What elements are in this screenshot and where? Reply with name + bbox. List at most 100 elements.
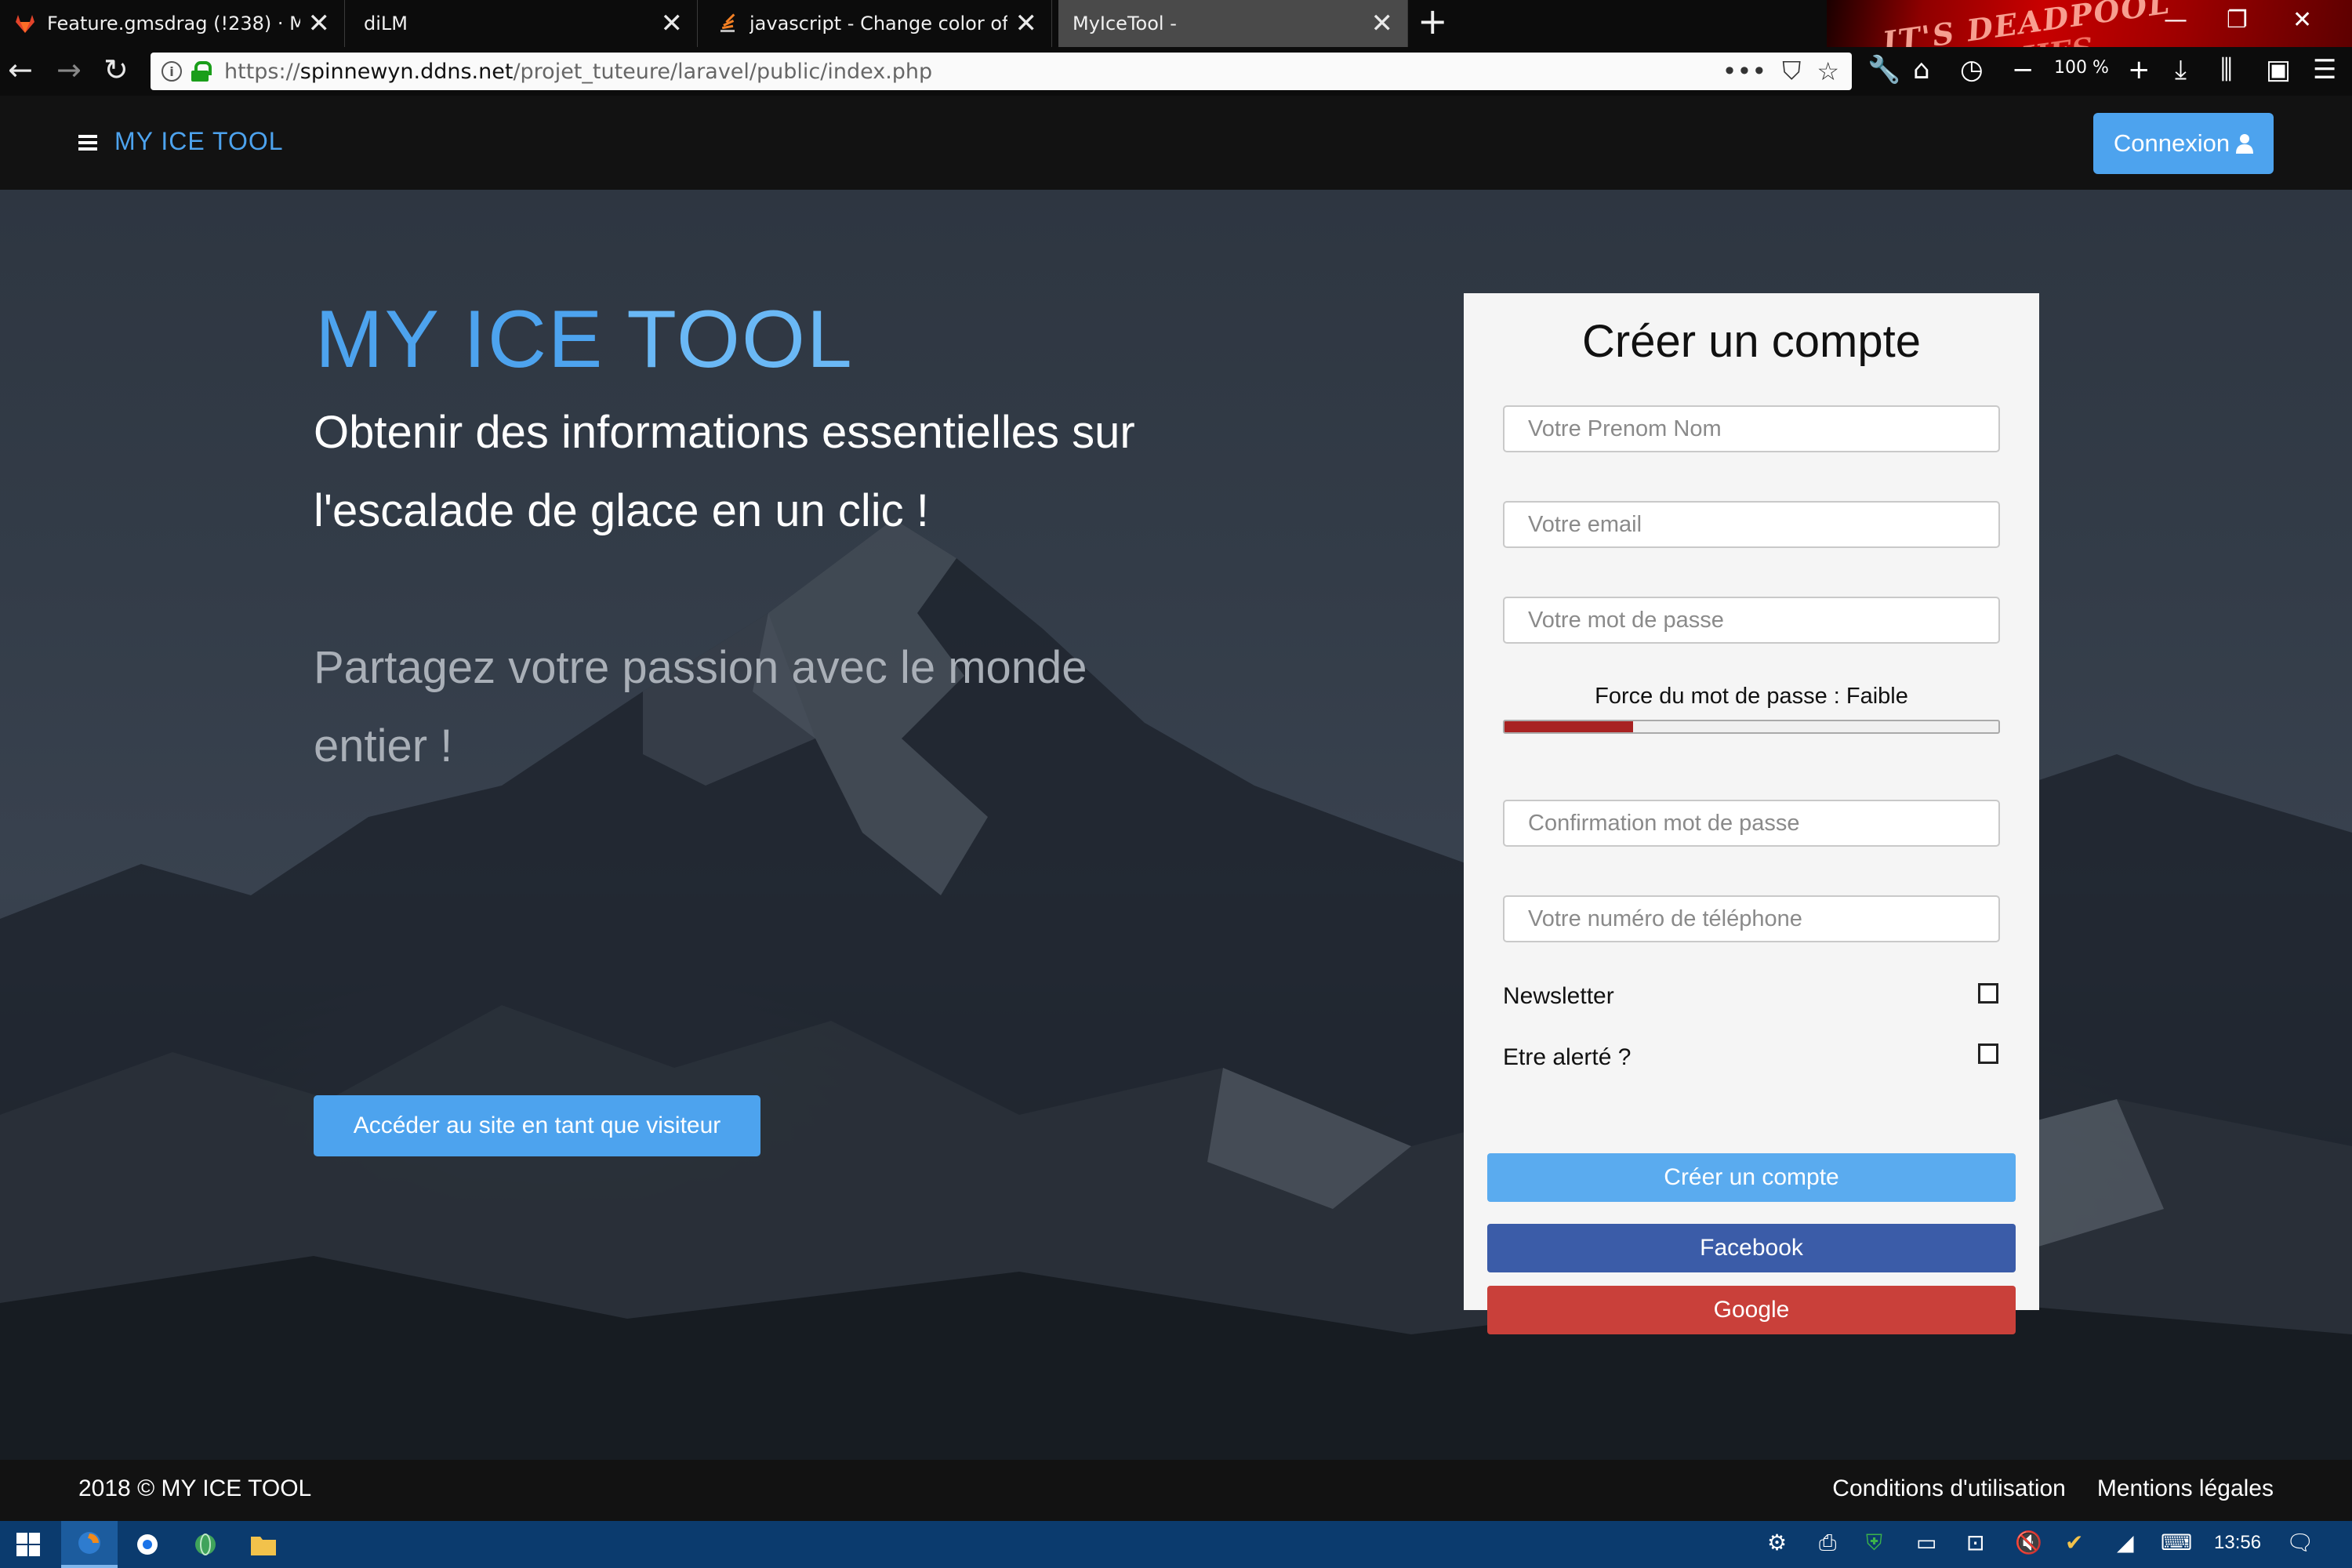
email-input[interactable] [1503, 501, 2000, 548]
forward-arrow-icon[interactable]: → [56, 55, 82, 85]
phone-input[interactable] [1503, 895, 2000, 942]
tab-title: javascript - Change color of <div> [750, 13, 1007, 34]
battery-icon[interactable]: ▭ [1916, 1532, 1936, 1554]
stackoverflow-icon [720, 13, 735, 32]
chrome-taskbar-icon[interactable] [119, 1521, 176, 1568]
firefox-taskbar-icon[interactable] [61, 1521, 118, 1568]
zoom-level[interactable]: 100 % [2054, 58, 2109, 78]
file-explorer-taskbar-icon[interactable] [235, 1521, 292, 1568]
tab-title: Feature.gmsdrag (!238) · Merge [47, 13, 300, 34]
web-page: MY ICE TOOL Connexion MY ICE TOOL Obteni… [0, 96, 2352, 1521]
close-window-icon[interactable]: ✕ [2292, 6, 2312, 34]
back-arrow-icon[interactable]: ← [8, 55, 33, 85]
hero-title-part1: MY ICE [315, 294, 627, 385]
firefox-icon [78, 1532, 100, 1554]
user-icon [2236, 134, 2254, 154]
terms-link[interactable]: Conditions d'utilisation [1832, 1475, 2066, 1502]
hamburger-menu-icon[interactable] [78, 135, 97, 151]
tab-myicetool[interactable]: MyIceTool - ✕ [1058, 0, 1408, 47]
tab-close-button[interactable]: ✕ [308, 10, 331, 37]
tab-close-button[interactable]: ✕ [1015, 10, 1038, 37]
volume-muted-icon[interactable]: 🔇 [2015, 1532, 2042, 1554]
security-shield-icon[interactable]: ⛨ [1866, 1532, 1882, 1554]
strength-value: Faible [1846, 684, 1908, 709]
url-scheme: https:// [224, 59, 300, 84]
reload-icon[interactable]: ↻ [103, 55, 129, 85]
zoom-in-icon[interactable]: + [2128, 56, 2151, 83]
name-input[interactable] [1503, 405, 2000, 452]
hero-title: MY ICE TOOL [315, 293, 854, 387]
tab-close-button[interactable]: ✕ [661, 10, 684, 37]
strength-label-text: Force du mot de passe : [1595, 684, 1846, 709]
url-path: /projet_tuteure/laravel/public/index.php [513, 59, 933, 84]
confirm-password-input[interactable] [1503, 800, 2000, 847]
alert-checkbox[interactable] [1978, 1044, 1998, 1064]
hero-share-text: Partagez votre passion avec le monde ent… [314, 642, 1087, 771]
site-header: MY ICE TOOL Connexion [0, 96, 2352, 190]
hero-title-part2: TOOL [626, 294, 854, 385]
tab-close-button[interactable]: ✕ [1371, 10, 1394, 37]
password-input[interactable] [1503, 597, 2000, 644]
newsletter-checkbox[interactable] [1978, 983, 1998, 1004]
sidebar-icon[interactable]: ▣ [2266, 56, 2291, 83]
hero-section: MY ICE TOOL Obtenir des informations ess… [0, 190, 2352, 1460]
connexion-label: Connexion [2113, 129, 2230, 157]
password-strength-label: Force du mot de passe : Faible [1464, 684, 2039, 710]
wrench-icon[interactable]: 🔧 [1867, 56, 1900, 83]
url-bar[interactable]: i https://spinnewyn.ddns.net/projet_tute… [151, 53, 1852, 90]
tab-dilm[interactable]: diLM ✕ [350, 0, 698, 47]
settings-tray-icon[interactable]: ⚙ [1767, 1532, 1787, 1554]
strength-bar-fill [1504, 721, 1633, 732]
globe-icon [195, 1534, 216, 1555]
history-icon[interactable]: ◷ [1960, 56, 1984, 83]
minimize-icon[interactable]: — [2164, 6, 2187, 34]
info-icon[interactable]: i [162, 61, 182, 82]
app-taskbar-icon[interactable] [177, 1521, 234, 1568]
alert-label: Etre alerté ? [1503, 1044, 1632, 1070]
usb-tray-icon[interactable]: ⎙ [1819, 1532, 1836, 1554]
library-icon[interactable]: ⫼ [2220, 56, 2233, 83]
google-login-button[interactable]: Google [1487, 1286, 2016, 1334]
norton-icon[interactable]: ✔ [2065, 1532, 2083, 1554]
start-button[interactable] [0, 1521, 56, 1568]
site-brand[interactable]: MY ICE TOOL [114, 127, 284, 156]
zoom-out-icon[interactable]: − [2012, 56, 2034, 83]
page-actions-icon[interactable]: ••• [1722, 56, 1767, 86]
connexion-button[interactable]: Connexion [2093, 113, 2274, 174]
newsletter-label: Newsletter [1503, 983, 1614, 1009]
copyright-text: 2018 © MY ICE TOOL [78, 1475, 312, 1501]
display-icon[interactable]: ⊡ [1966, 1532, 1984, 1554]
visitor-access-button[interactable]: Accéder au site en tant que visiteur [314, 1095, 760, 1156]
password-strength-bar [1503, 720, 2000, 734]
restore-icon[interactable]: ❐ [2227, 6, 2248, 34]
bookmark-star-icon[interactable]: ☆ [1817, 56, 1839, 86]
new-tab-button[interactable]: + [1417, 3, 1448, 39]
keyboard-icon[interactable]: ⌨ [2161, 1532, 2192, 1554]
url-host: spinnewyn.ddns.net [299, 59, 514, 84]
gitlab-icon [16, 15, 34, 33]
tab-title: diLM [364, 13, 408, 34]
tab-stackoverflow[interactable]: javascript - Change color of <div> ✕ [702, 0, 1052, 47]
notification-icon[interactable]: 🗨 [2286, 1532, 2314, 1554]
site-footer: 2018 © MY ICE TOOL Conditions d'utilisat… [0, 1460, 2352, 1521]
signup-form: Créer un compte Force du mot de passe : … [1464, 293, 2039, 1334]
hero-subtitle: Obtenir des informations essentielles su… [314, 407, 1135, 536]
wifi-icon[interactable]: ◢ [2117, 1532, 2134, 1554]
create-account-button[interactable]: Créer un compte [1487, 1153, 2016, 1202]
pocket-icon[interactable]: ⛉ [1782, 56, 1801, 86]
tab-title: MyIceTool - [1073, 13, 1177, 34]
facebook-login-button[interactable]: Facebook [1487, 1224, 2016, 1272]
windows-logo-icon [16, 1533, 40, 1556]
download-icon[interactable]: ⤓ [2175, 56, 2187, 83]
url-actions: ••• ⛉ ☆ [1722, 56, 1839, 86]
form-title: Créer un compte [1582, 316, 1921, 367]
legal-link[interactable]: Mentions légales [2097, 1475, 2274, 1502]
lock-icon [191, 61, 212, 82]
home-icon[interactable]: ⌂ [1913, 56, 1930, 83]
chrome-icon [137, 1534, 158, 1555]
taskbar-clock[interactable]: 13:56 [2214, 1532, 2261, 1554]
tab-gitlab-merge[interactable]: Feature.gmsdrag (!238) · Merge ✕ [0, 0, 345, 47]
menu-hamburger-icon[interactable]: ☰ [2313, 56, 2336, 83]
folder-icon [251, 1537, 276, 1555]
footer-links: Conditions d'utilisation Mentions légale… [1832, 1475, 2274, 1502]
